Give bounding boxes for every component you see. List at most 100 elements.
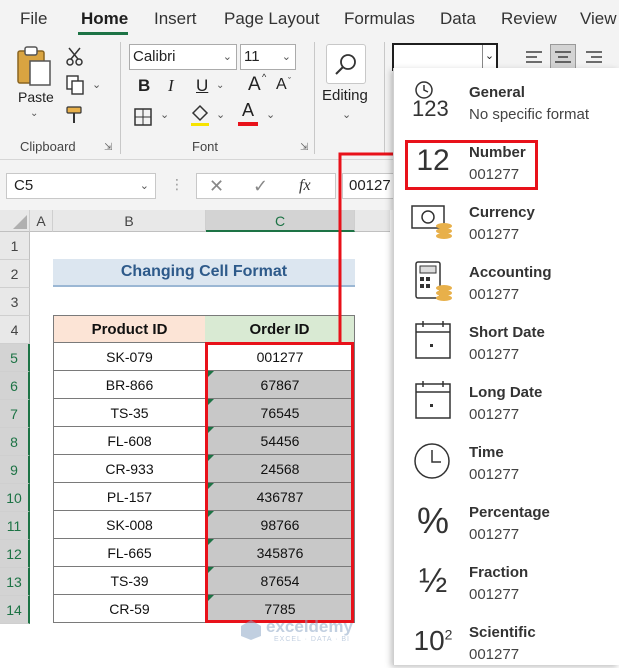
order-id-cell[interactable]: 98766 [206, 511, 355, 539]
bold-button[interactable]: B [138, 76, 150, 96]
editing-button[interactable]: Editing [322, 87, 368, 104]
shrink-font-button[interactable]: A [276, 76, 287, 94]
format-option-accounting[interactable]: Accounting 001277 [394, 248, 619, 308]
enter-check-icon[interactable]: ✓ [253, 176, 268, 197]
row-header-9[interactable]: 9 [0, 456, 30, 484]
paste-button[interactable]: Paste [18, 89, 54, 105]
row-header-3[interactable]: 3 [0, 288, 30, 316]
row-header-1[interactable]: 1 [0, 232, 30, 260]
underline-button[interactable]: U [196, 76, 208, 96]
paste-icon[interactable] [12, 44, 56, 88]
format-option-short-date[interactable]: Short Date 001277 [394, 308, 619, 368]
order-id-cell[interactable]: 87654 [206, 567, 355, 595]
format-option-percentage[interactable]: % Percentage 001277 [394, 488, 619, 548]
row-header-6[interactable]: 6 [0, 372, 30, 400]
format-option-long-date[interactable]: Long Date 001277 [394, 368, 619, 428]
formula-bar-grip-icon: ⋮ [170, 176, 184, 192]
tab-insert[interactable]: Insert [154, 9, 197, 29]
search-icon[interactable] [326, 44, 366, 84]
number-format-select[interactable]: ⌄ [392, 43, 498, 71]
row-header-2[interactable]: 2 [0, 260, 30, 288]
format-option-name: Time [469, 444, 504, 461]
active-cell-c5[interactable]: 001277 [206, 343, 355, 371]
fill-color-icon[interactable] [188, 102, 212, 128]
editing-dropdown-icon[interactable]: ⌄ [342, 108, 351, 121]
order-id-cell[interactable]: 436787 [206, 483, 355, 511]
column-header-b[interactable]: B [53, 210, 206, 232]
font-family-select[interactable]: Calibri ⌄ [129, 44, 237, 70]
product-id-cell[interactable]: PL-157 [53, 483, 206, 511]
order-id-cell[interactable]: 54456 [206, 427, 355, 455]
font-color-dropdown-icon[interactable]: ⌄ [266, 108, 275, 121]
tab-view[interactable]: View [580, 9, 617, 29]
format-painter-icon[interactable] [64, 104, 86, 126]
grow-font-button[interactable]: A [248, 74, 261, 96]
format-option-currency[interactable]: Currency 001277 [394, 188, 619, 248]
tab-formulas[interactable]: Formulas [344, 9, 415, 29]
font-color-button[interactable]: A [236, 100, 260, 128]
italic-button[interactable]: I [168, 76, 174, 96]
order-id-cell[interactable]: 345876 [206, 539, 355, 567]
borders-icon[interactable] [132, 106, 154, 128]
font-size-select[interactable]: 11 ⌄ [240, 44, 296, 70]
copy-icon[interactable] [64, 74, 86, 96]
product-id-cell[interactable]: TS-39 [53, 567, 206, 595]
format-option-sample: 001277 [469, 466, 520, 483]
header-product-id[interactable]: Product ID [53, 315, 206, 343]
align-left-icon[interactable] [522, 46, 546, 68]
row-header-11[interactable]: 11 [0, 512, 30, 540]
number-as-text-warning-icon [208, 371, 214, 377]
cut-icon[interactable] [64, 46, 86, 68]
product-id-cell[interactable]: CR-59 [53, 595, 206, 623]
product-id-cell[interactable]: TS-35 [53, 399, 206, 427]
product-id-cell[interactable]: CR-933 [53, 455, 206, 483]
format-option-sample: No specific format [469, 106, 590, 123]
tab-data[interactable]: Data [440, 9, 476, 29]
product-id-cell[interactable]: FL-608 [53, 427, 206, 455]
header-order-id[interactable]: Order ID [205, 315, 355, 343]
row-header-13[interactable]: 13 [0, 568, 30, 596]
format-option-general[interactable]: 123 General No specific format [394, 68, 619, 128]
font-launcher-icon[interactable]: ⇲ [300, 142, 308, 153]
column-header-a[interactable]: A [30, 210, 53, 232]
order-id-cell[interactable]: 24568 [206, 455, 355, 483]
row-header-8[interactable]: 8 [0, 428, 30, 456]
product-id-cell[interactable]: BR-866 [53, 371, 206, 399]
order-id-cell[interactable]: 67867 [206, 371, 355, 399]
clipboard-launcher-icon[interactable]: ⇲ [104, 142, 112, 153]
align-center-icon[interactable] [550, 44, 576, 70]
insert-function-button[interactable]: fx [299, 177, 311, 195]
tab-file[interactable]: File [20, 9, 47, 29]
row-header-7[interactable]: 7 [0, 400, 30, 428]
cancel-icon[interactable]: ✕ [209, 176, 224, 197]
row-header-10[interactable]: 10 [0, 484, 30, 512]
accounting-icon [410, 260, 456, 302]
name-box[interactable]: C5 ⌄ [6, 173, 156, 199]
format-option-fraction[interactable]: ½ Fraction 001277 [394, 548, 619, 608]
row-header-14[interactable]: 14 [0, 596, 30, 624]
borders-dropdown-icon[interactable]: ⌄ [160, 108, 169, 121]
paste-dropdown-icon[interactable]: ⌄ [30, 108, 38, 119]
tab-page-layout[interactable]: Page Layout [224, 9, 319, 29]
number-item-highlight [405, 140, 538, 190]
select-all-corner[interactable] [0, 210, 30, 232]
format-option-time[interactable]: Time 001277 [394, 428, 619, 488]
product-id-cell[interactable]: SK-008 [53, 511, 206, 539]
product-id-cell[interactable]: FL-665 [53, 539, 206, 567]
column-header-c[interactable]: C [206, 210, 355, 232]
row-header-12[interactable]: 12 [0, 540, 30, 568]
product-id-cell[interactable]: SK-079 [53, 343, 206, 371]
copy-dropdown-icon[interactable]: ⌄ [92, 78, 101, 91]
row-header-5[interactable]: 5 [0, 344, 30, 372]
title-cell[interactable]: Changing Cell Format [53, 259, 355, 287]
align-right-icon[interactable] [582, 46, 606, 68]
tab-home[interactable]: Home [81, 9, 128, 29]
format-option-scientific[interactable]: 102 Scientific 001277 [394, 608, 619, 668]
tab-review[interactable]: Review [501, 9, 557, 29]
order-id-cell[interactable]: 76545 [206, 399, 355, 427]
row-header-4[interactable]: 4 [0, 316, 30, 344]
fill-color-dropdown-icon[interactable]: ⌄ [216, 108, 225, 121]
column-header-d[interactable] [355, 210, 390, 232]
watermark-brand: exceldemy [266, 617, 353, 636]
underline-dropdown-icon[interactable]: ⌄ [216, 80, 224, 91]
